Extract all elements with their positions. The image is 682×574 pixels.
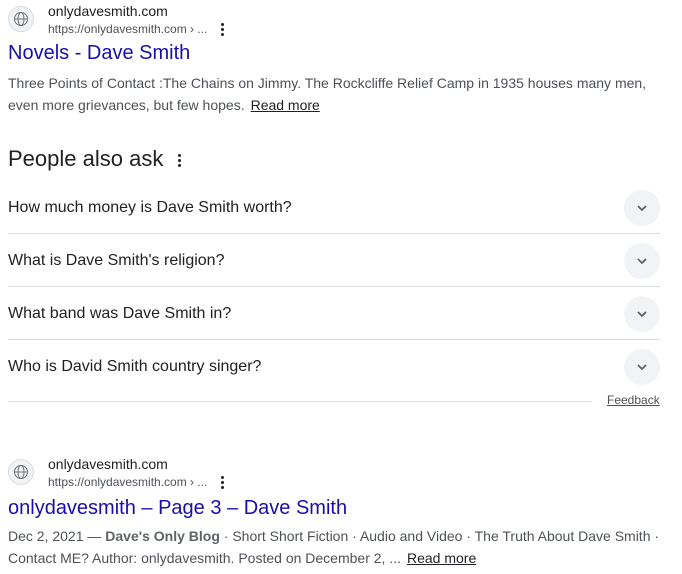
snippet-line: Contact ME? Author: onlydavesmith. Poste… (8, 550, 401, 566)
more-options-icon[interactable] (171, 152, 187, 168)
snippet-line: Three Points of Contact :The Chains on J… (8, 75, 647, 91)
site-name[interactable]: onlydavesmith.com (48, 456, 168, 472)
read-more-link[interactable]: Read more (407, 550, 476, 566)
site-url[interactable]: https://onlydavesmith.com › ... (48, 475, 207, 489)
paa-question-text: What band was Dave Smith in? (8, 304, 232, 322)
section-divider (8, 401, 592, 402)
feedback-link[interactable]: Feedback (607, 393, 660, 407)
more-options-icon[interactable] (214, 21, 230, 37)
result-snippet: Three Points of Contact :The Chains on J… (8, 72, 668, 116)
paa-question-row[interactable]: Who is David Smith country singer? (8, 341, 660, 393)
chevron-down-icon[interactable] (624, 349, 660, 385)
result-snippet: Dec 2, 2021 — Dave's Only Blog · Short S… (8, 525, 678, 569)
read-more-link[interactable]: Read more (251, 97, 320, 113)
paa-question-row[interactable]: How much money is Dave Smith worth? (8, 182, 660, 234)
date-separator: — (83, 528, 106, 544)
chevron-down-icon[interactable] (624, 189, 660, 226)
paa-question-text: How much money is Dave Smith worth? (8, 198, 292, 216)
result-title-link[interactable]: Novels - Dave Smith (8, 42, 190, 65)
paa-question-row[interactable]: What band was Dave Smith in? (8, 288, 660, 340)
paa-question-text: Who is David Smith country singer? (8, 358, 262, 375)
people-also-ask-heading: People also ask (8, 146, 164, 171)
result-date: Dec 2, 2021 (8, 528, 84, 544)
snippet-line: · Short Short Fiction · Audio and Video … (219, 528, 660, 544)
site-favicon-icon (8, 459, 34, 485)
site-name[interactable]: onlydavesmith.com (48, 3, 168, 19)
site-favicon-icon (8, 6, 34, 32)
result-title-link[interactable]: onlydavesmith – Page 3 – Dave Smith (8, 497, 347, 520)
site-url[interactable]: https://onlydavesmith.com › ... (48, 22, 207, 36)
paa-question-row[interactable]: What is Dave Smith's religion? (8, 235, 660, 287)
blog-name: Dave's Only Blog (105, 528, 220, 544)
snippet-line: even more grievances, but few hopes. (8, 97, 245, 113)
chevron-down-icon[interactable] (624, 295, 660, 332)
paa-question-text: What is Dave Smith's religion? (8, 251, 225, 269)
more-options-icon[interactable] (214, 474, 230, 490)
chevron-down-icon[interactable] (624, 242, 660, 279)
